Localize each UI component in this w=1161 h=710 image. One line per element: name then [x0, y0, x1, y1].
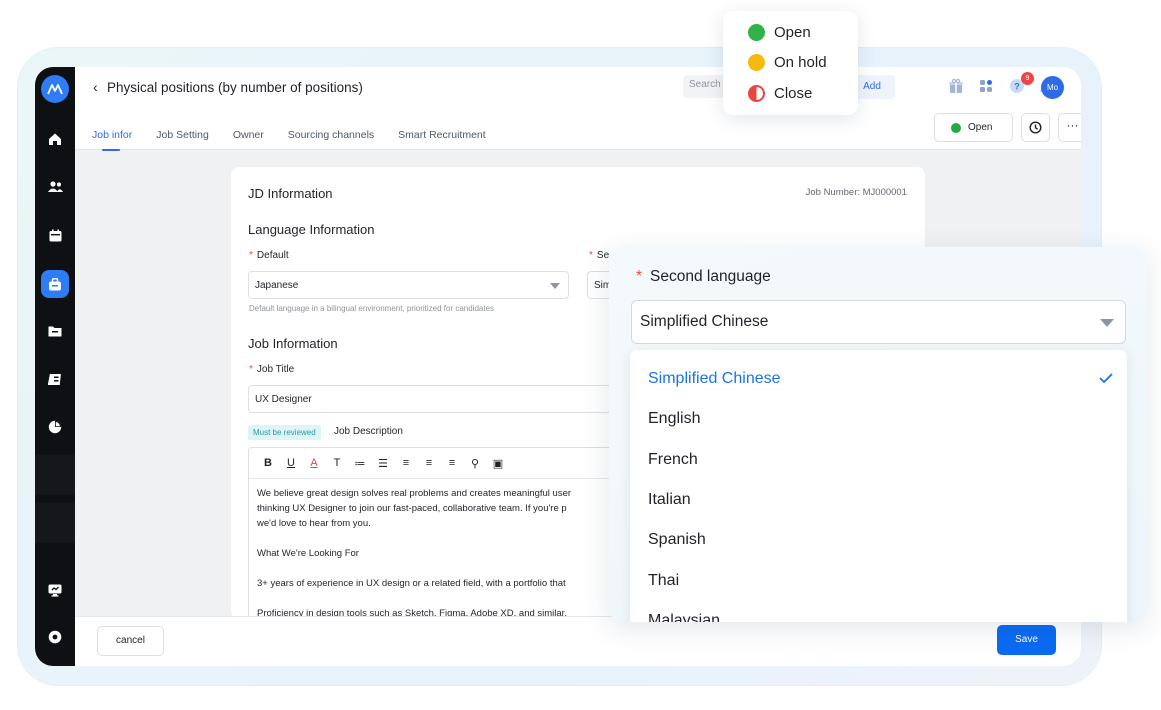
required-marker: * — [636, 268, 643, 285]
green-dot-icon — [748, 23, 765, 41]
language-option[interactable]: Malaysian — [648, 612, 720, 622]
status-dot-icon — [951, 122, 961, 133]
apps-grid-icon[interactable] — [978, 78, 994, 94]
tab-bar: Job infor Job Setting Owner Sourcing cha… — [92, 129, 486, 151]
job-section-title: Job Information — [248, 336, 338, 351]
align-right-icon[interactable]: ≡ — [444, 457, 460, 469]
default-language-hint: Default language in a bilingual environm… — [249, 304, 495, 313]
calendar-icon[interactable] — [45, 225, 65, 245]
link-icon[interactable]: ⚲ — [467, 457, 483, 470]
left-nav-rail — [35, 67, 75, 666]
status-button-label: Open — [968, 122, 993, 133]
bullet-list-icon[interactable]: ☰ — [375, 457, 391, 470]
underline-icon[interactable]: U — [283, 457, 299, 469]
home-icon[interactable] — [45, 129, 65, 149]
description-line: 3+ years of experience in UX design or a… — [257, 578, 566, 589]
align-center-icon[interactable]: ≡ — [421, 457, 437, 469]
must-be-reviewed-badge: Must be reviewed — [248, 425, 321, 440]
more-button[interactable]: ··· — [1058, 113, 1081, 142]
language-option[interactable]: French — [648, 451, 698, 469]
cancel-button[interactable]: cancel — [97, 626, 164, 656]
avatar[interactable]: Mo — [1041, 76, 1064, 99]
rail-empty-slot — [35, 455, 75, 495]
second-language-panel: * Second language Simplified Chinese Simp… — [609, 247, 1147, 622]
rail-empty-slot — [35, 503, 75, 543]
description-line: thinking UX Designer to join our fast-pa… — [257, 503, 567, 514]
job-title-label: * Job Title — [249, 364, 295, 375]
description-line: we'd love to hear from you. — [257, 518, 371, 529]
tab-owner[interactable]: Owner — [233, 129, 264, 150]
status-option-close[interactable]: Close — [748, 82, 812, 104]
status-button[interactable]: Open — [934, 113, 1013, 142]
second-language-label-partial: * Se — [589, 250, 610, 261]
second-language-label: * Second language — [636, 268, 771, 285]
bold-icon[interactable]: B — [260, 457, 276, 469]
app-logo-icon[interactable] — [41, 75, 69, 103]
description-line: We believe great design solves real prob… — [257, 488, 572, 499]
notification-badge: 9 — [1021, 72, 1034, 85]
default-language-value: Japanese — [255, 280, 299, 291]
image-icon[interactable]: ▣ — [490, 457, 506, 470]
default-language-select[interactable]: Japanese — [248, 271, 569, 299]
svg-text:?: ? — [1014, 82, 1020, 92]
check-icon — [1099, 373, 1113, 383]
pie-chart-icon[interactable] — [45, 417, 65, 437]
language-option[interactable]: Spanish — [648, 531, 706, 549]
status-option-label: Open — [774, 23, 811, 41]
status-popup: Open On hold Close — [723, 11, 858, 115]
save-button[interactable]: Save — [997, 625, 1056, 655]
chevron-down-icon — [1100, 319, 1114, 327]
gift-icon[interactable] — [948, 78, 964, 94]
description-heading: What We're Looking For — [257, 548, 359, 559]
yellow-dot-icon — [748, 53, 765, 71]
required-marker: * — [249, 364, 253, 375]
chevron-down-icon — [550, 283, 560, 289]
tab-job-infor[interactable]: Job infor — [92, 129, 132, 151]
half-red-dot-icon — [748, 84, 765, 102]
language-option[interactable]: Italian — [648, 491, 691, 509]
clock-icon — [1029, 121, 1042, 134]
second-language-select[interactable]: Simplified Chinese — [631, 300, 1126, 344]
footer-bar: cancel Save — [75, 616, 1081, 666]
tab-sourcing-channels[interactable]: Sourcing channels — [288, 129, 374, 150]
app-screenshot: ‹ Physical positions (by number of posit… — [0, 0, 1161, 710]
top-header: ‹ Physical positions (by number of posit… — [75, 67, 1081, 151]
status-option-on-hold[interactable]: On hold — [748, 51, 827, 73]
people-icon[interactable] — [45, 177, 65, 197]
briefcase-icon[interactable] — [41, 270, 69, 298]
default-language-label: * Default — [249, 250, 289, 261]
language-option[interactable]: Thai — [648, 572, 679, 590]
ordered-list-icon[interactable]: ≔ — [352, 457, 368, 470]
required-marker: * — [589, 250, 593, 261]
text-color-icon[interactable]: A — [306, 457, 322, 469]
folder-icon[interactable] — [45, 321, 65, 341]
contacts-icon[interactable] — [45, 369, 65, 389]
required-marker: * — [249, 250, 253, 261]
language-option[interactable]: Simplified Chinese — [648, 370, 781, 388]
status-option-label: Close — [774, 84, 813, 102]
back-icon[interactable]: ‹ — [93, 79, 98, 95]
status-option-open[interactable]: Open — [748, 21, 811, 43]
language-options-list: Simplified Chinese English French Italia… — [630, 350, 1127, 622]
selected-language-value: Simplified Chinese — [640, 313, 769, 330]
page-title: Physical positions (by number of positio… — [107, 80, 363, 95]
monitor-icon[interactable] — [45, 580, 65, 600]
language-section-title: Language Information — [248, 222, 375, 237]
align-left-icon[interactable]: ≡ — [398, 457, 414, 469]
text-size-icon[interactable]: T — [329, 457, 345, 469]
card-title: JD Information — [248, 186, 333, 201]
settings-icon[interactable] — [45, 627, 65, 647]
job-description-label: Job Description — [334, 426, 403, 437]
job-number: Job Number: MJ000001 — [805, 187, 907, 198]
tab-job-setting[interactable]: Job Setting — [156, 129, 209, 150]
status-option-label: On hold — [774, 53, 827, 71]
tab-smart-recruitment[interactable]: Smart Recruitment — [398, 129, 486, 150]
language-option[interactable]: English — [648, 410, 700, 428]
history-button[interactable] — [1021, 113, 1050, 142]
